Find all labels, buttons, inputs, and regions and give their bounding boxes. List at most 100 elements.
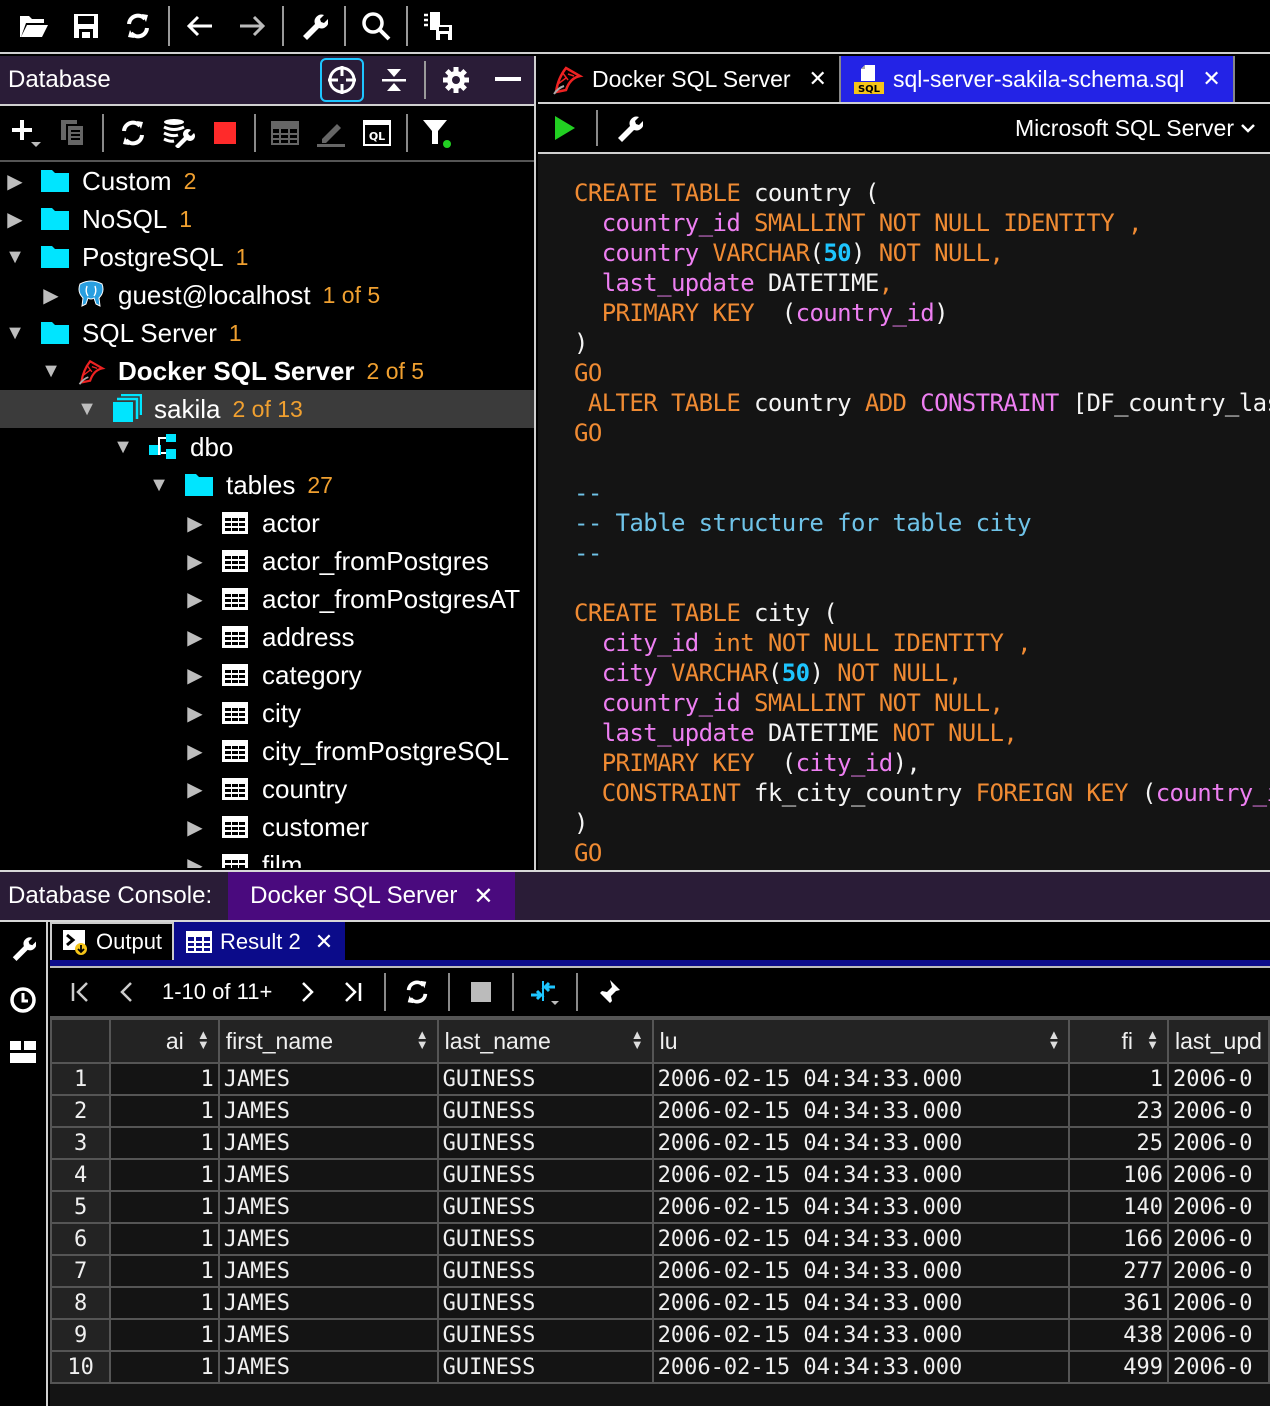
console-settings-button[interactable] xyxy=(0,922,46,974)
expanded-arrow-icon[interactable]: ▼ xyxy=(112,436,134,458)
column-header-ai[interactable]: ai ▲ ▼ xyxy=(109,1018,220,1064)
expanded-arrow-icon[interactable]: ▼ xyxy=(76,398,98,420)
layout-button[interactable] xyxy=(0,1026,46,1078)
table-row[interactable]: 8 1 JAMES GUINESS 2006-02-15 04:34:33.000 361… xyxy=(49,1286,1270,1320)
back-button[interactable] xyxy=(174,4,226,48)
cell-last-update[interactable]: 2006-0 xyxy=(1166,1190,1270,1224)
tree-item-city[interactable]: ▶ city xyxy=(0,694,534,732)
column-header-first-name[interactable]: first_name ▲ ▼ xyxy=(217,1018,439,1064)
cell-last-name[interactable]: GUINESS xyxy=(436,1190,654,1224)
tree-item-postgresql[interactable]: ▼ PostgreSQL 1 xyxy=(0,238,534,276)
expanded-arrow-icon[interactable]: ▼ xyxy=(148,474,170,496)
collapsed-arrow-icon[interactable]: ▶ xyxy=(184,512,206,535)
row-number[interactable]: 6 xyxy=(49,1222,112,1256)
close-tab-icon[interactable]: ✕ xyxy=(809,66,827,92)
cell-last-update[interactable]: 2006-0 xyxy=(1166,1126,1270,1160)
table-row[interactable]: 2 1 JAMES GUINESS 2006-02-15 04:34:33.000 23 2… xyxy=(49,1094,1270,1128)
forward-button[interactable] xyxy=(226,4,278,48)
run-button[interactable] xyxy=(548,111,582,145)
cell-last-name[interactable]: GUINESS xyxy=(436,1254,654,1288)
tree-item-actor[interactable]: ▶ actor xyxy=(0,504,534,542)
collapsed-arrow-icon[interactable]: ▶ xyxy=(4,208,26,231)
sort-icon[interactable]: ▲ ▼ xyxy=(416,1028,429,1051)
tree-item-sakila[interactable]: ▼ sakila 2 of 13 xyxy=(0,390,534,428)
table-row[interactable]: 5 1 JAMES GUINESS 2006-02-15 04:34:33.000 140… xyxy=(49,1190,1270,1224)
cell-first-name[interactable]: JAMES xyxy=(217,1286,439,1320)
collapse-all-button[interactable] xyxy=(372,58,416,102)
close-tab-icon[interactable]: ✕ xyxy=(1202,66,1220,92)
collapsed-arrow-icon[interactable]: ▶ xyxy=(40,284,62,307)
collapsed-arrow-icon[interactable]: ▶ xyxy=(184,702,206,725)
row-number[interactable]: 3 xyxy=(49,1126,112,1160)
cell-ai[interactable]: 1 xyxy=(109,1350,220,1384)
add-connection-button[interactable] xyxy=(4,110,50,156)
editor-settings-button[interactable] xyxy=(612,111,646,145)
cell-first-name[interactable]: JAMES xyxy=(217,1126,439,1160)
cell-fi[interactable]: 438 xyxy=(1068,1318,1169,1352)
row-number[interactable]: 2 xyxy=(49,1094,112,1128)
save-button[interactable] xyxy=(60,4,112,48)
cell-last-name[interactable]: GUINESS xyxy=(436,1350,654,1384)
row-number[interactable]: 5 xyxy=(49,1190,112,1224)
table-row[interactable]: 7 1 JAMES GUINESS 2006-02-15 04:34:33.000 277… xyxy=(49,1254,1270,1288)
tree-item-city-frompostgresql[interactable]: ▶ city_fromPostgreSQL xyxy=(0,732,534,770)
tree-item-address[interactable]: ▶ address xyxy=(0,618,534,656)
cell-lu[interactable]: 2006-02-15 04:34:33.000 xyxy=(651,1286,1071,1320)
tree-item-sql-server[interactable]: ▼ SQL Server 1 xyxy=(0,314,534,352)
database-tools-button[interactable] xyxy=(156,110,202,156)
cell-lu[interactable]: 2006-02-15 04:34:33.000 xyxy=(651,1158,1071,1192)
table-row[interactable]: 6 1 JAMES GUINESS 2006-02-15 04:34:33.000 166… xyxy=(49,1222,1270,1256)
cell-first-name[interactable]: JAMES xyxy=(217,1254,439,1288)
tab-output[interactable]: Output xyxy=(50,922,175,960)
last-page-button[interactable] xyxy=(330,972,376,1012)
cell-last-name[interactable]: GUINESS xyxy=(436,1094,654,1128)
close-tab-icon[interactable]: ✕ xyxy=(473,882,493,911)
row-number[interactable]: 10 xyxy=(49,1350,112,1384)
cell-last-name[interactable]: GUINESS xyxy=(436,1126,654,1160)
refresh-button[interactable] xyxy=(112,4,164,48)
cell-ai[interactable]: 1 xyxy=(109,1126,220,1160)
cell-first-name[interactable]: JAMES xyxy=(217,1222,439,1256)
collapsed-arrow-icon[interactable]: ▶ xyxy=(184,778,206,801)
cell-last-update[interactable]: 2006-0 xyxy=(1166,1350,1270,1384)
cell-first-name[interactable]: JAMES xyxy=(217,1190,439,1224)
next-page-button[interactable] xyxy=(284,972,330,1012)
cell-ai[interactable]: 1 xyxy=(109,1062,220,1096)
cell-last-name[interactable]: GUINESS xyxy=(436,1286,654,1320)
cell-lu[interactable]: 2006-02-15 04:34:33.000 xyxy=(651,1126,1071,1160)
tree-item-film[interactable]: ▶ film xyxy=(0,846,534,868)
cell-ai[interactable]: 1 xyxy=(109,1286,220,1320)
search-button[interactable] xyxy=(350,4,402,48)
tree-item-category[interactable]: ▶ category xyxy=(0,656,534,694)
view-data-button[interactable] xyxy=(262,110,308,156)
settings-wrench-button[interactable] xyxy=(288,4,340,48)
table-row[interactable]: 3 1 JAMES GUINESS 2006-02-15 04:34:33.000 25 2… xyxy=(49,1126,1270,1160)
expanded-arrow-icon[interactable]: ▼ xyxy=(40,360,62,382)
locate-button[interactable] xyxy=(320,58,364,102)
duplicate-button[interactable] xyxy=(50,110,96,156)
collapsed-arrow-icon[interactable]: ▶ xyxy=(184,854,206,869)
collapsed-arrow-icon[interactable]: ▶ xyxy=(4,170,26,193)
cell-fi[interactable]: 277 xyxy=(1068,1254,1169,1288)
expanded-arrow-icon[interactable]: ▼ xyxy=(4,246,26,268)
cell-last-update[interactable]: 2006-0 xyxy=(1166,1222,1270,1256)
stop-button[interactable] xyxy=(202,110,248,156)
cell-last-name[interactable]: GUINESS xyxy=(436,1158,654,1192)
tree-item-nosql[interactable]: ▶ NoSQL 1 xyxy=(0,200,534,238)
cell-first-name[interactable]: JAMES xyxy=(217,1350,439,1384)
column-header-last-name[interactable]: last_name ▲ ▼ xyxy=(436,1018,654,1064)
cell-last-name[interactable]: GUINESS xyxy=(436,1062,654,1096)
table-row[interactable]: 1 1 JAMES GUINESS 2006-02-15 04:34:33.000 1 20… xyxy=(49,1062,1270,1096)
code-area[interactable]: CREATE TABLE country ( country_id SMALLI… xyxy=(538,154,1270,868)
cell-last-update[interactable]: 2006-0 xyxy=(1166,1094,1270,1128)
tree-item-tables[interactable]: ▼ tables 27 xyxy=(0,466,534,504)
cell-fi[interactable]: 140 xyxy=(1068,1190,1169,1224)
tree-item-customer[interactable]: ▶ customer xyxy=(0,808,534,846)
row-number[interactable]: 1 xyxy=(49,1062,112,1096)
collapsed-arrow-icon[interactable]: ▶ xyxy=(184,626,206,649)
cell-last-name[interactable]: GUINESS xyxy=(436,1318,654,1352)
tree-item-guest-localhost[interactable]: ▶ guest@localhost 1 of 5 xyxy=(0,276,534,314)
tab-sql-file[interactable]: SQL sql-server-sakila-schema.sql ✕ xyxy=(840,56,1235,102)
cell-ai[interactable]: 1 xyxy=(109,1318,220,1352)
cell-last-update[interactable]: 2006-0 xyxy=(1166,1158,1270,1192)
